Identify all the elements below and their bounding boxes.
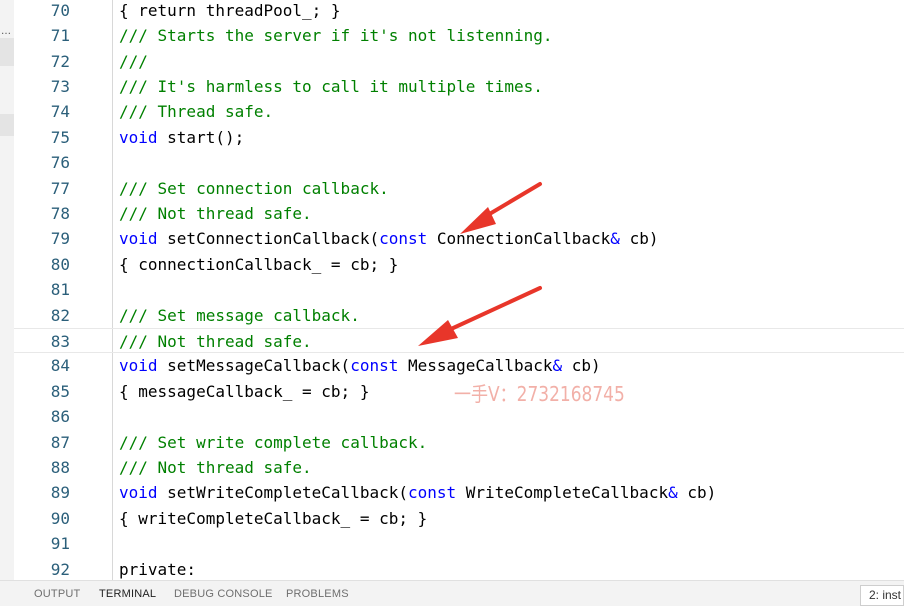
annotation-arrows	[418, 182, 542, 346]
arrow-icon	[460, 182, 542, 234]
sidebar-selection-block	[0, 38, 14, 66]
panel-tabbar: OUTPUT TERMINAL DEBUG CONSOLE PROBLEMS	[0, 580, 904, 606]
tab-problems[interactable]: PROBLEMS	[286, 588, 349, 600]
tab-debug-console[interactable]: DEBUG CONSOLE	[174, 588, 273, 600]
terminal-select[interactable]: 2: inst	[860, 585, 904, 606]
more-icon[interactable]: …	[1, 26, 11, 37]
tab-terminal[interactable]: TERMINAL	[99, 588, 156, 600]
activity-strip: …	[0, 0, 14, 606]
arrow-icon	[418, 286, 542, 346]
tab-output[interactable]: OUTPUT	[34, 588, 80, 600]
sidebar-selection-block	[0, 114, 14, 136]
code-editor[interactable]: 70{ return threadPool_; } 71/// Starts th…	[14, 0, 904, 580]
watermark: 一手V：2732168745	[454, 382, 625, 406]
